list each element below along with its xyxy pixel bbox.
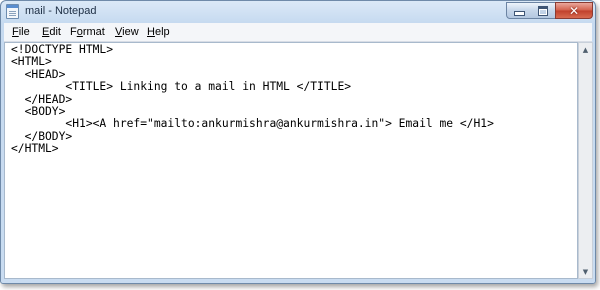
text-editor-area[interactable]: <!DOCTYPE HTML> <HTML> <HEAD> <TITLE> Li… [4, 42, 578, 279]
close-button[interactable]: ✕ [555, 2, 593, 19]
title-bar[interactable]: mail - Notepad ✕ [1, 1, 595, 23]
menu-help[interactable]: Help [147, 26, 170, 38]
window-title: mail - Notepad [25, 5, 97, 17]
editor-text[interactable]: <!DOCTYPE HTML> <HTML> <HEAD> <TITLE> Li… [5, 43, 577, 156]
scroll-up-arrow-icon[interactable]: ▲ [579, 43, 592, 56]
maximize-button[interactable] [531, 2, 556, 19]
vertical-scrollbar[interactable]: ▲ ▼ [578, 42, 593, 279]
notepad-icon[interactable] [6, 4, 19, 19]
close-icon: ✕ [568, 3, 580, 18]
minimize-icon [507, 3, 531, 18]
menu-view[interactable]: View [115, 26, 139, 38]
menu-file[interactable]: File [12, 26, 30, 38]
notepad-window: mail - Notepad ✕ File Edit Format View H… [0, 0, 596, 284]
menu-edit[interactable]: Edit [42, 26, 61, 38]
maximize-icon [531, 3, 555, 18]
menu-format[interactable]: Format [70, 26, 105, 38]
scroll-down-arrow-icon[interactable]: ▼ [579, 265, 592, 278]
minimize-button[interactable] [506, 2, 532, 19]
menu-bar: File Edit Format View Help [4, 23, 592, 42]
